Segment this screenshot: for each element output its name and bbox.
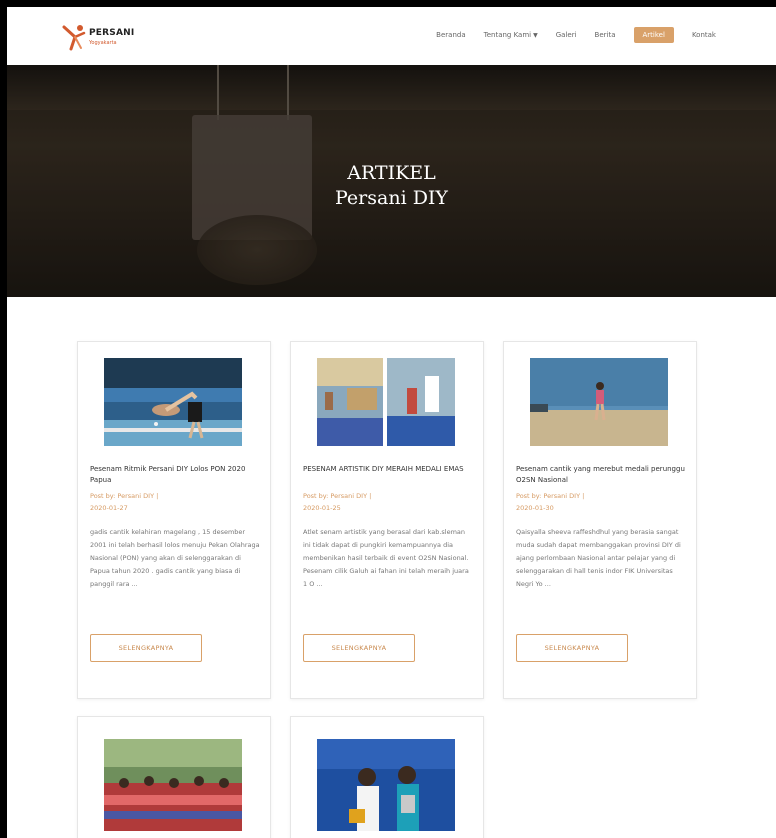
nav-berita[interactable]: Berita [595,31,616,39]
article-date: 2020-01-30 [516,504,554,512]
article-image[interactable] [104,739,242,831]
nav-tentang-kami[interactable]: Tentang Kami ▼ [484,31,538,39]
top-navbar: PERSANI Yogyakarta Beranda Tentang Kami ▼… [7,7,776,66]
caret-down-icon: ▼ [533,32,538,39]
article-author: Post by: Persani DIY | [516,492,585,500]
article-excerpt: Atlet senam artistik yang berasal dari k… [303,528,469,588]
read-more-button[interactable]: SELENGKAPNYA [90,634,202,662]
article-author: Post by: Persani DIY | [90,492,159,500]
team-group-photo-icon [104,739,242,831]
read-more-button[interactable]: SELENGKAPNYA [303,634,415,662]
article-image[interactable] [317,358,455,446]
rhythmic-gymnast-photo-icon [104,358,242,446]
article-image[interactable] [104,358,242,446]
article-card: Pesenam cantik yang merebut medali perun… [503,341,697,699]
article-title[interactable]: Pesenam cantik yang merebut medali perun… [516,464,686,486]
article-author: Post by: Persani DIY | [303,492,372,500]
article-card: Pesenam Ritmik Persani DIY Lolos PON 202… [77,341,271,699]
brand-name: PERSANI [89,28,135,38]
article-excerpt: Qaisyalla sheeva raffeshdhul yang berasi… [516,528,681,588]
brand-logo[interactable]: PERSANI Yogyakarta [61,23,151,51]
gymnast-logo-icon [62,25,86,51]
article-card: PESENAM ARTISTIK DIY MERAIH MEDALI EMAS … [290,341,484,699]
article-date: 2020-01-25 [303,504,341,512]
article-card [290,716,484,838]
hero-title: ARTIKEL [347,162,436,184]
article-excerpt: gadis cantik kelahiran magelang , 15 des… [90,528,260,588]
artistic-gymnastics-collage-icon [317,358,455,446]
article-image[interactable] [530,358,668,446]
article-meta: Post by: Persani DIY | 2020-01-25 [303,490,473,514]
article-date: 2020-01-27 [90,504,128,512]
gymnasts-duo-photo-icon [317,739,455,831]
article-meta: Post by: Persani DIY | 2020-01-30 [516,490,686,514]
article-card [77,716,271,838]
hero-banner: ARTIKEL Persani DIY [7,65,776,297]
article-image[interactable] [317,739,455,831]
hero-subtitle: Persani DIY [335,187,448,209]
main-nav: Beranda Tentang Kami ▼ Galeri Berita Arti… [436,27,716,43]
article-title[interactable]: Pesenam Ritmik Persani DIY Lolos PON 202… [90,464,260,486]
brand-subtitle: Yogyakarta [89,40,117,46]
nav-artikel[interactable]: Artikel [633,27,674,43]
nav-galeri[interactable]: Galeri [556,31,577,39]
article-meta: Post by: Persani DIY | 2020-01-27 [90,490,260,514]
gymnast-standing-photo-icon [530,358,668,446]
article-title[interactable]: PESENAM ARTISTIK DIY MERAIH MEDALI EMAS [303,464,473,475]
nav-tentang-kami-label: Tentang Kami [483,31,532,39]
nav-beranda[interactable]: Beranda [436,31,465,39]
page-frame: PERSANI Yogyakarta Beranda Tentang Kami ▼… [7,7,776,838]
read-more-button[interactable]: SELENGKAPNYA [516,634,628,662]
nav-kontak[interactable]: Kontak [692,31,716,39]
